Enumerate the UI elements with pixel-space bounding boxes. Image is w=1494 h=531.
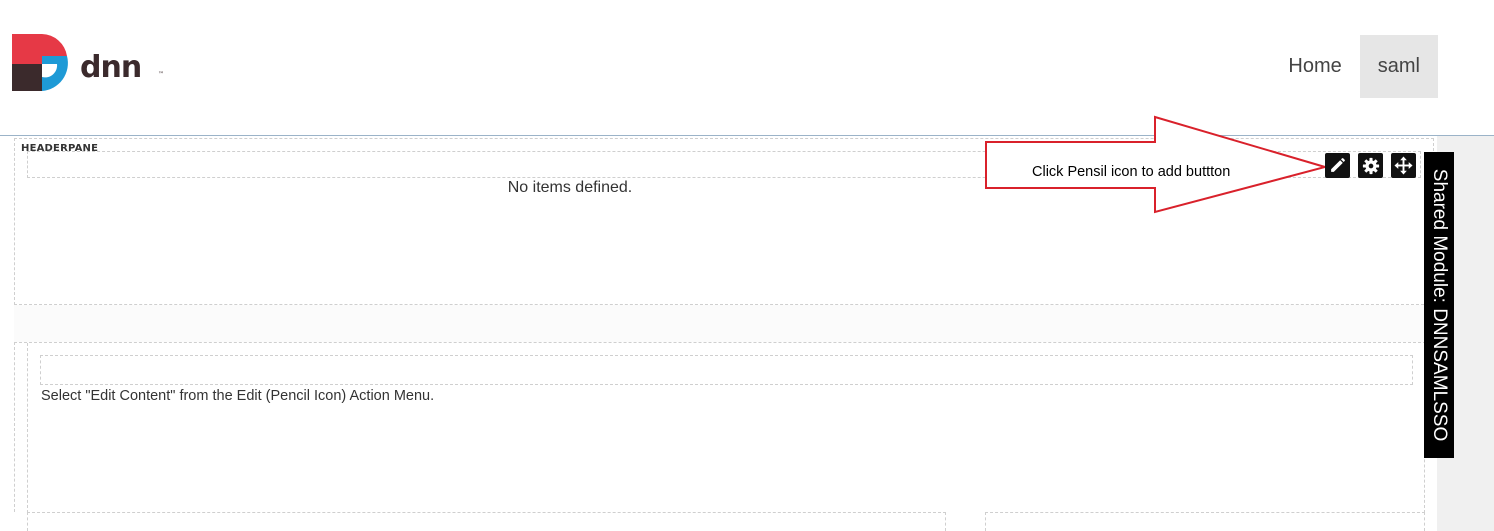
annotation-text: Click Pensil icon to add buttton [1032, 164, 1231, 180]
annotation-arrow [985, 115, 1329, 214]
pencil-icon[interactable] [1325, 153, 1350, 178]
shared-module-tab[interactable]: Shared Module: DNNSAMLSSO [1424, 152, 1454, 458]
module-actions [1325, 153, 1416, 178]
move-icon[interactable] [1391, 153, 1416, 178]
gear-icon[interactable] [1358, 153, 1383, 178]
shared-module-label: Shared Module: DNNSAMLSSO [1429, 168, 1451, 442]
page: dnn ™ Home saml HEADERPANE No items defi… [0, 0, 1494, 531]
